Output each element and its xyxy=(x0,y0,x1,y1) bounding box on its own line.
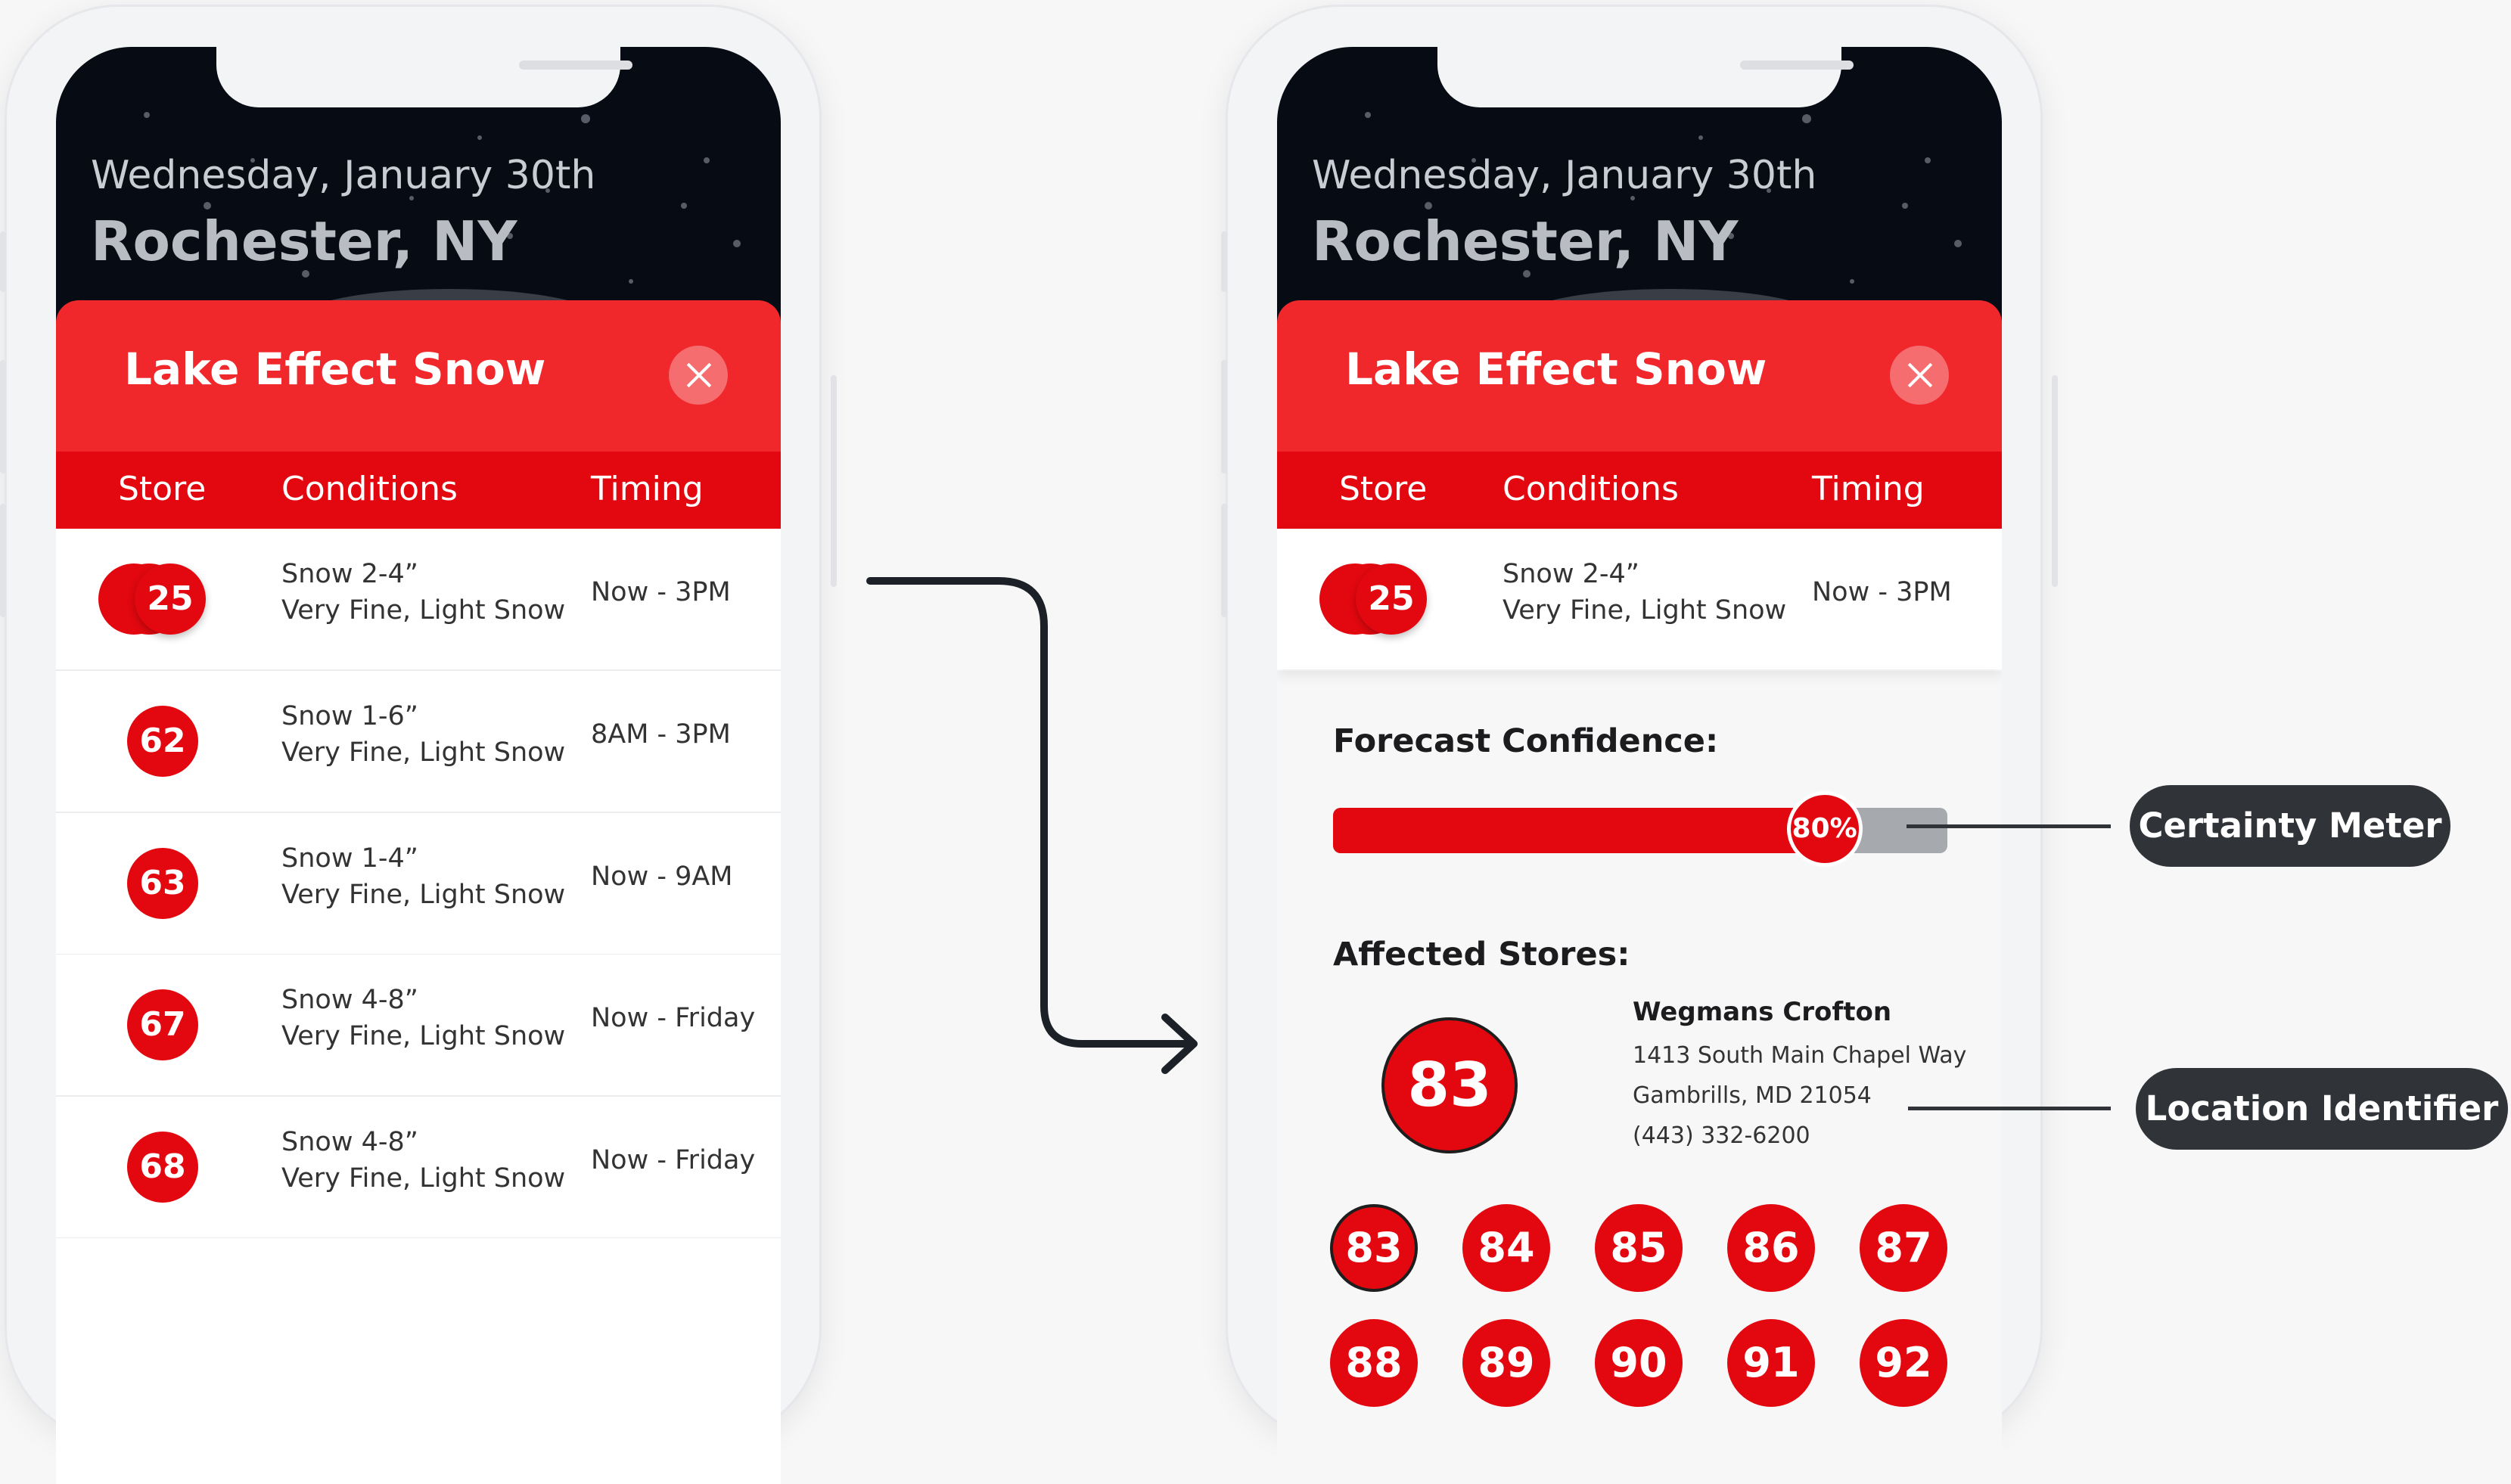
side-button xyxy=(0,504,6,617)
meter-fill xyxy=(1333,808,1825,853)
timing: Now - 3PM xyxy=(591,577,731,607)
conditions-amount: Snow 4-8” xyxy=(281,1127,418,1157)
store-chip[interactable]: 88 xyxy=(1330,1319,1418,1407)
timing: Now - Friday xyxy=(591,1003,756,1033)
column-timing[interactable]: Timing xyxy=(1812,470,1925,508)
store-chip[interactable]: 92 xyxy=(1860,1319,1947,1407)
store-city: Gambrills, MD 21054 xyxy=(1633,1082,1872,1109)
store-badge: 67 xyxy=(127,989,198,1060)
table-row[interactable]: 63 Snow 1-4” Very Fine, Light Snow Now -… xyxy=(56,813,781,955)
conditions-detail: Very Fine, Light Snow xyxy=(281,1021,566,1051)
store-chip[interactable]: 85 xyxy=(1595,1204,1683,1292)
table-row[interactable]: 1 1 25 Snow 2-4” Very Fine, Light Snow N… xyxy=(1277,529,2002,669)
alert-header: Lake Effect Snow xyxy=(1277,300,2002,452)
side-button xyxy=(1221,360,1227,473)
notch xyxy=(1437,47,1854,107)
side-button xyxy=(0,360,6,473)
store-phone[interactable]: (443) 332-6200 xyxy=(1633,1122,1810,1149)
side-button xyxy=(1221,504,1227,617)
affected-stores-label: Affected Stores: xyxy=(1333,936,1630,973)
close-button[interactable] xyxy=(1890,346,1949,405)
callout-leader-line xyxy=(1908,1107,2111,1110)
speaker xyxy=(1740,61,1854,70)
date-label: Wednesday, January 30th xyxy=(1312,153,1817,198)
conditions-detail: Very Fine, Light Snow xyxy=(281,880,566,910)
arrow-path xyxy=(866,577,1192,1048)
phone-right: Wednesday, January 30th Rochester, NY La… xyxy=(1221,5,2058,1484)
side-button xyxy=(0,231,6,292)
certainty-meter[interactable]: 80% xyxy=(1333,791,1947,867)
date-label: Wednesday, January 30th xyxy=(91,153,596,198)
flow-arrow xyxy=(866,577,1198,1074)
notch xyxy=(216,47,632,107)
table-row[interactable]: 62 Snow 1-6” Very Fine, Light Snow 8AM -… xyxy=(56,671,781,813)
certainty-meter-callout: Certainty Meter xyxy=(2130,785,2450,867)
table-row[interactable]: 1 1 25 Snow 2-4” Very Fine, Light Snow N… xyxy=(56,529,781,671)
column-timing[interactable]: Timing xyxy=(591,470,704,508)
column-conditions[interactable]: Conditions xyxy=(1503,470,1679,508)
store-address: 1413 South Main Chapel Way xyxy=(1633,1042,1967,1069)
timing: Now - 3PM xyxy=(1812,577,1952,607)
forecast-confidence-label: Forecast Confidence: xyxy=(1333,722,1719,760)
conditions-amount: Snow 1-6” xyxy=(281,701,418,731)
store-chip[interactable]: 86 xyxy=(1727,1204,1815,1292)
selected-store-badge: 83 xyxy=(1381,1017,1518,1153)
alert-header: Lake Effect Snow xyxy=(56,300,781,452)
column-conditions[interactable]: Conditions xyxy=(281,470,458,508)
side-button xyxy=(2052,375,2058,587)
side-button xyxy=(1221,231,1227,292)
speaker xyxy=(519,61,632,70)
timing: Now - 9AM xyxy=(591,862,733,892)
timing: 8AM - 3PM xyxy=(591,719,731,750)
screen: Wednesday, January 30th Rochester, NY La… xyxy=(1277,47,2002,1484)
timing: Now - Friday xyxy=(591,1145,756,1175)
store-badge: 25 xyxy=(1356,563,1427,635)
store-chip[interactable]: 91 xyxy=(1727,1319,1815,1407)
location-identifier-callout: Location Identifier xyxy=(2136,1068,2508,1150)
store-name: Wegmans Crofton xyxy=(1633,997,1892,1027)
conditions-detail: Very Fine, Light Snow xyxy=(281,595,566,626)
conditions-detail: Very Fine, Light Snow xyxy=(1503,595,1787,626)
meter-value-knob[interactable]: 80% xyxy=(1786,791,1863,867)
conditions-detail: Very Fine, Light Snow xyxy=(281,737,566,768)
callout-leader-line xyxy=(1907,824,2111,828)
store-badge: 63 xyxy=(127,848,198,919)
conditions-detail: Very Fine, Light Snow xyxy=(281,1163,566,1194)
column-store[interactable]: Store xyxy=(1339,470,1427,508)
conditions-amount: Snow 1-4” xyxy=(281,843,418,874)
empty-area xyxy=(56,1238,781,1484)
screen: Wednesday, January 30th Rochester, NY La… xyxy=(56,47,781,1484)
conditions-amount: Snow 2-4” xyxy=(1503,559,1639,589)
conditions-amount: Snow 2-4” xyxy=(281,559,418,589)
store-chip[interactable]: 87 xyxy=(1860,1204,1947,1292)
table-row[interactable]: 67 Snow 4-8” Very Fine, Light Snow Now -… xyxy=(56,955,781,1097)
table-row[interactable]: 68 Snow 4-8” Very Fine, Light Snow Now -… xyxy=(56,1097,781,1239)
store-badge: 68 xyxy=(127,1132,198,1203)
city-label: Rochester, NY xyxy=(1312,210,1739,273)
side-button xyxy=(831,375,837,587)
column-header-bar: Store Conditions Timing xyxy=(1277,452,2002,529)
close-button[interactable] xyxy=(669,346,728,405)
alert-title: Lake Effect Snow xyxy=(1345,343,1767,395)
store-badge: 62 xyxy=(127,706,198,777)
store-chip[interactable]: 90 xyxy=(1595,1319,1683,1407)
store-chip[interactable]: 84 xyxy=(1462,1204,1550,1292)
column-store[interactable]: Store xyxy=(118,470,206,508)
conditions-amount: Snow 4-8” xyxy=(281,985,418,1015)
city-label: Rochester, NY xyxy=(91,210,517,273)
store-chip[interactable]: 83 xyxy=(1330,1204,1418,1292)
alert-title: Lake Effect Snow xyxy=(124,343,546,395)
store-chip[interactable]: 89 xyxy=(1462,1319,1550,1407)
phone-left: Wednesday, January 30th Rochester, NY La… xyxy=(0,5,837,1484)
column-header-bar: Store Conditions Timing xyxy=(56,452,781,529)
store-badge: 25 xyxy=(135,563,206,635)
